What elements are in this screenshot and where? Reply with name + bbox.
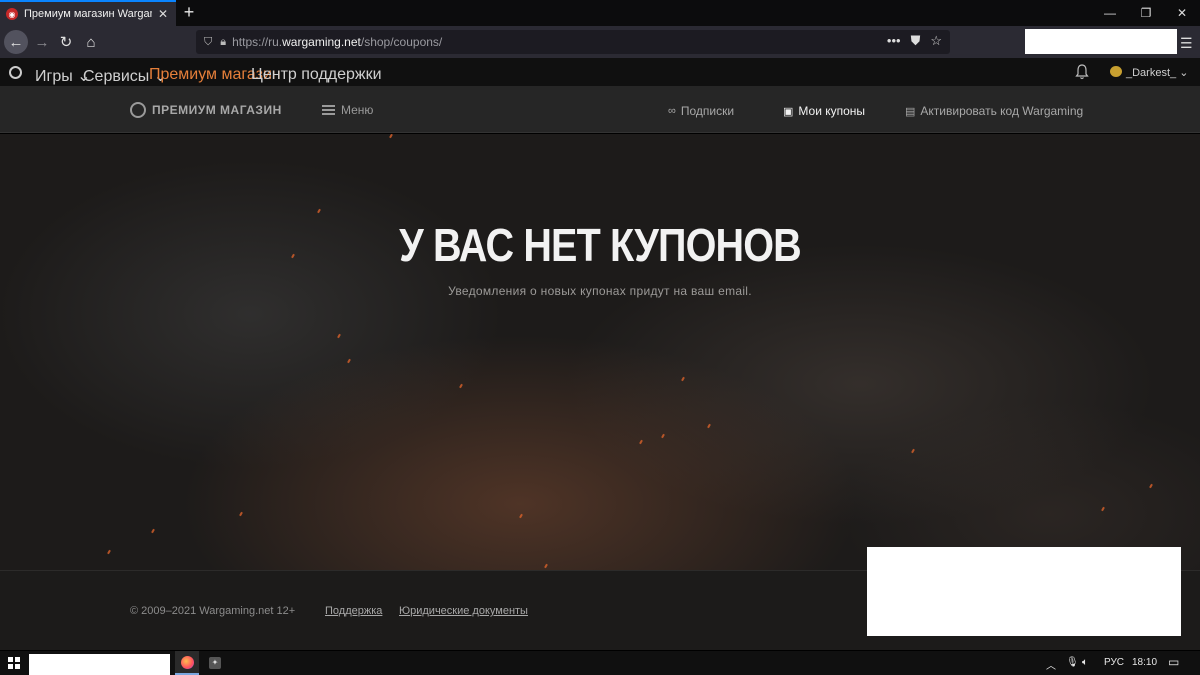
tab-title: Премиум магазин Wargaming [24, 8, 152, 20]
redacted-area [867, 547, 1181, 636]
hero-background [0, 134, 1200, 570]
clock[interactable]: 18:10 [1132, 657, 1157, 668]
user-account-menu[interactable]: _Darkest_ ⌄ [1110, 66, 1188, 79]
menu-button[interactable]: Меню [322, 103, 373, 117]
pocket-icon[interactable]: ⛊ [911, 33, 921, 49]
username: _Darkest_ ⌄ [1126, 67, 1189, 79]
page-subtitle: Уведомления о новых купонах придут на ва… [448, 284, 752, 298]
taskbar-firefox[interactable] [175, 651, 199, 675]
support-link[interactable]: Поддержка [325, 605, 382, 617]
infinity-icon: ∞ [668, 105, 676, 117]
shop-logo[interactable]: ПРЕМИУМ МАГАЗИН [130, 102, 282, 118]
lock-icon[interactable]: 🔒︎ [220, 36, 226, 49]
world-of-tanks-icon: ✦ [209, 657, 221, 669]
minimize-icon[interactable]: — [1092, 0, 1128, 26]
redacted-area [1025, 29, 1177, 54]
back-arrow-icon[interactable]: ← [4, 30, 28, 54]
language-indicator[interactable]: РУС [1104, 657, 1124, 668]
support-center-link[interactable]: Центр поддержки [251, 66, 382, 84]
wargaming-favicon-icon: ◉ [6, 8, 18, 20]
volume-icon[interactable]: 🔈︎ [1082, 657, 1088, 668]
copyright: © 2009–2021 Wargaming.net 12+ [130, 605, 296, 617]
taskbar-wot[interactable]: ✦ [203, 651, 227, 675]
gold-badge-icon [1110, 66, 1122, 77]
subscriptions-link[interactable]: ∞ Подписки [668, 104, 734, 118]
wargaming-logo-icon [130, 102, 146, 118]
browser-tabstrip: ◉ Премиум магазин Wargaming ✕ + — ❐ ✕ [0, 0, 1200, 26]
reload-icon[interactable]: ↻ [54, 30, 78, 54]
firefox-icon [180, 655, 194, 669]
home-icon[interactable]: ⌂ [79, 30, 103, 54]
browser-menu-icon[interactable]: ☰ [1180, 35, 1193, 52]
new-tab-button[interactable]: + [180, 3, 198, 23]
forward-arrow-icon[interactable]: → [30, 30, 54, 54]
bookmark-star-icon[interactable]: ☆ [930, 33, 942, 49]
legal-docs-link[interactable]: Юридические документы [399, 605, 528, 617]
restore-icon[interactable]: ❐ [1128, 0, 1164, 26]
hamburger-icon [322, 103, 335, 117]
url-text[interactable]: https://ru.wargaming.net/shop/coupons/ [232, 35, 442, 49]
url-bar[interactable]: ⛉ 🔒︎ https://ru.wargaming.net/shop/coupo… [196, 30, 950, 54]
wargaming-logo-icon[interactable] [9, 66, 22, 79]
browser-tab-active[interactable]: ◉ Премиум магазин Wargaming ✕ [0, 0, 176, 26]
page-title: У ВАС НЕТ КУПОНОВ [399, 219, 802, 271]
coupon-icon: ▣ [783, 105, 794, 118]
code-card-icon: ▤ [905, 105, 916, 118]
windows-start-icon[interactable] [8, 657, 20, 669]
page-actions-icon[interactable]: ••• [887, 33, 901, 49]
activate-code-link[interactable]: ▤ Активировать код Wargaming [905, 104, 1083, 118]
tracking-shield-icon[interactable]: ⛉ [204, 36, 212, 49]
close-tab-icon[interactable]: ✕ [156, 7, 170, 21]
my-coupons-link[interactable]: ▣ Мои купоны [783, 104, 865, 118]
tray-chevron-icon[interactable]: ︿ [1046, 657, 1056, 672]
browser-navbar: ← → ↻ ⌂ ⛉ 🔒︎ https://ru.wargaming.net/sh… [0, 26, 1200, 58]
redacted-area [29, 654, 170, 675]
microphone-icon[interactable]: 🎙︎ [1066, 657, 1079, 668]
notifications-bell-icon[interactable] [1075, 64, 1089, 80]
close-window-icon[interactable]: ✕ [1164, 0, 1200, 26]
notification-center-icon[interactable]: ▭ [1168, 655, 1179, 669]
